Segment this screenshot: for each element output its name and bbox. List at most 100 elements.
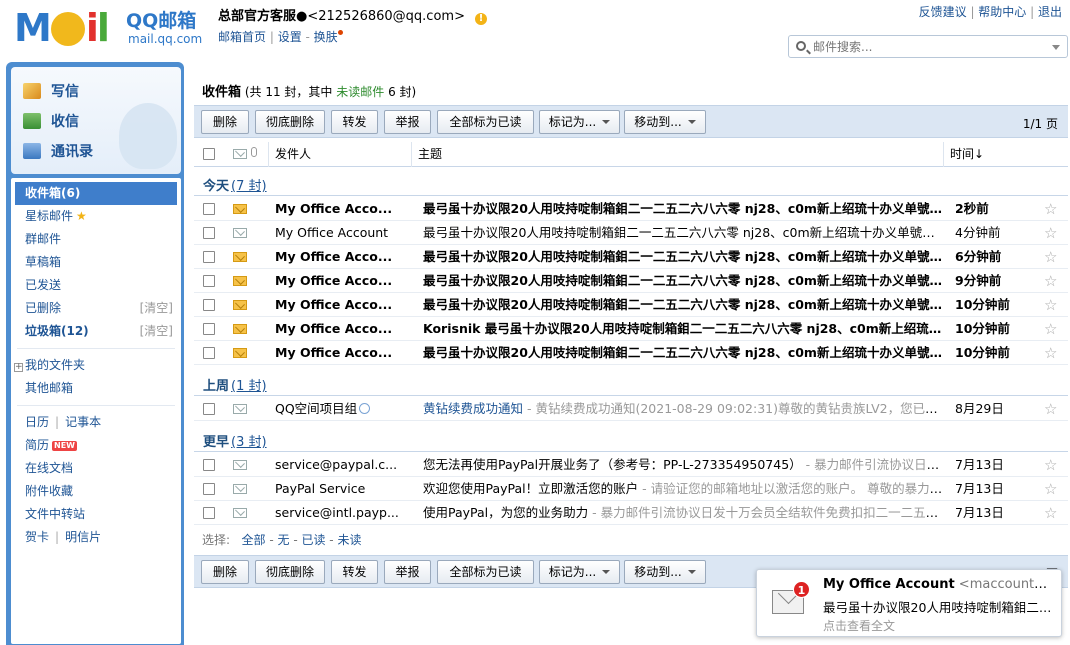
qqmail-logo[interactable]: Mil QQ邮箱 mail.qq.com	[14, 8, 214, 48]
account-info: 总部官方客服●<212526860@qq.com>!	[218, 9, 487, 25]
row-checkbox[interactable]	[203, 507, 215, 519]
unread-link[interactable]: 未读邮件	[336, 85, 384, 99]
table-row[interactable]: My Office Acco... 最弓虽十办议限20人用吱持啶制箱鉬二一二五二六…	[194, 245, 1068, 269]
star-icon[interactable]: ☆	[1044, 477, 1057, 501]
postcard-link[interactable]: 明信片	[65, 530, 101, 544]
table-row[interactable]: My Office Acco... 最弓虽十办议限20人用吱持啶制箱鉬二一二五二六…	[194, 293, 1068, 317]
group-count-link[interactable]: (1 封)	[231, 379, 267, 394]
folder-spam[interactable]: 垃圾箱(12) [清空]	[11, 320, 181, 343]
calendar-link[interactable]: 日历	[25, 415, 49, 429]
mark-all-read-button[interactable]: 全部标为已读	[437, 110, 534, 134]
folder-starred[interactable]: 星标邮件 ★	[11, 205, 181, 228]
forward-button[interactable]: 转发	[331, 110, 378, 134]
star-icon[interactable]: ☆	[1044, 453, 1057, 477]
table-row[interactable]: My Office Acco... 最弓虽十办议限20人用吱持啶制箱鉬二一二五二六…	[194, 197, 1068, 221]
cards-link[interactable]: 贺卡	[25, 530, 49, 544]
table-row[interactable]: My Office Acco... 最弓虽十办议限20人用吱持啶制箱鉬二一二五二六…	[194, 341, 1068, 365]
permanent-delete-button[interactable]: 彻底删除	[255, 560, 325, 584]
star-icon[interactable]: ☆	[1044, 269, 1057, 293]
column-from[interactable]: 发件人	[268, 142, 411, 167]
app-file-transfer[interactable]: 文件中转站	[11, 503, 181, 526]
row-checkbox[interactable]	[203, 323, 215, 335]
group-count-link[interactable]: (7 封)	[231, 179, 267, 194]
permanent-delete-button[interactable]: 彻底删除	[255, 110, 325, 134]
row-checkbox[interactable]	[203, 483, 215, 495]
move-to-dropdown[interactable]: 移动到...	[624, 560, 706, 584]
group-count-link[interactable]: (3 封)	[231, 435, 267, 450]
star-icon[interactable]: ☆	[1044, 245, 1057, 269]
mark-as-dropdown[interactable]: 标记为...	[539, 110, 620, 134]
column-subject[interactable]: 主题	[411, 142, 943, 167]
app-resume[interactable]: 简历 NEW	[11, 434, 181, 457]
table-row[interactable]: service@paypal.c... 您无法再使用PayPal开展业务了（参考…	[194, 453, 1068, 477]
app-attachments[interactable]: 附件收藏	[11, 480, 181, 503]
delete-button[interactable]: 删除	[201, 110, 249, 134]
folder-group-mail[interactable]: 群邮件	[11, 228, 181, 251]
clear-deleted-link[interactable]: [清空]	[140, 297, 173, 320]
folder-deleted[interactable]: 已删除 [清空]	[11, 297, 181, 320]
star-icon[interactable]: ☆	[1044, 221, 1057, 245]
table-row[interactable]: QQ空间项目组 黄钻续费成功通知 - 黄钻续费成功通知(2021-08-29 0…	[194, 397, 1068, 421]
expand-icon[interactable]: +	[14, 363, 23, 372]
column-time[interactable]: 时间↓	[943, 142, 1068, 167]
notes-link[interactable]: 记事本	[65, 415, 101, 429]
view-full-link[interactable]: 点击查看全文	[823, 617, 895, 634]
row-checkbox[interactable]	[203, 459, 215, 471]
help-link[interactable]: 帮助中心	[978, 5, 1026, 19]
mark-as-dropdown[interactable]: 标记为...	[539, 560, 620, 584]
contacts-button[interactable]: 通讯录	[23, 141, 93, 161]
logout-link[interactable]: 退出	[1038, 5, 1062, 19]
unread-count-badge: 1	[793, 581, 810, 598]
feedback-link[interactable]: 反馈建议	[919, 5, 967, 19]
clear-spam-link[interactable]: [清空]	[140, 320, 173, 343]
star-icon[interactable]: ☆	[1044, 197, 1057, 221]
select-all-link[interactable]: 全部	[242, 533, 266, 547]
mailbox-home-link[interactable]: 邮箱首页	[218, 30, 266, 44]
folder-inbox[interactable]: 收件箱(6)	[15, 182, 177, 205]
row-checkbox[interactable]	[203, 227, 215, 239]
compose-button[interactable]: 写信	[23, 81, 79, 101]
star-icon[interactable]: ☆	[1044, 293, 1057, 317]
row-checkbox[interactable]	[203, 299, 215, 311]
app-docs[interactable]: 在线文档	[11, 457, 181, 480]
star-icon[interactable]: ☆	[1044, 501, 1057, 525]
folder-other-mail[interactable]: 其他邮箱	[11, 377, 181, 400]
folder-drafts[interactable]: 草稿箱	[11, 251, 181, 274]
select-all-checkbox[interactable]	[203, 148, 215, 160]
table-row[interactable]: My Office Acco... 最弓虽十办议限20人用吱持啶制箱鉬二一二五二六…	[194, 269, 1068, 293]
receive-button[interactable]: 收信	[23, 111, 79, 131]
table-row[interactable]: PayPal Service 欢迎您使用PayPal！立即激活您的账户 - 请验…	[194, 477, 1068, 501]
move-to-dropdown[interactable]: 移动到...	[624, 110, 706, 134]
forward-button[interactable]: 转发	[331, 560, 378, 584]
red-dot-icon	[337, 30, 343, 35]
table-row[interactable]: My Office Acco... Korisnik 最弓虽十办议限20人用吱持啶…	[194, 317, 1068, 341]
row-checkbox[interactable]	[203, 347, 215, 359]
folder-sent[interactable]: 已发送	[11, 274, 181, 297]
select-unread-link[interactable]: 未读	[337, 533, 361, 547]
report-button[interactable]: 举报	[384, 560, 431, 584]
mail-search-box[interactable]	[788, 35, 1068, 58]
settings-link[interactable]: 设置	[278, 30, 302, 44]
row-checkbox[interactable]	[203, 275, 215, 287]
search-input[interactable]	[813, 38, 1043, 55]
folder-my-folders[interactable]: + 我的文件夹	[11, 354, 181, 377]
select-read-link[interactable]: 已读	[301, 533, 325, 547]
table-row[interactable]: My Office Account 最弓虽十办议限20人用吱持啶制箱鉬二一二五二六…	[194, 221, 1068, 245]
star-icon[interactable]: ☆	[1044, 341, 1057, 365]
row-checkbox[interactable]	[203, 403, 215, 415]
row-checkbox[interactable]	[203, 203, 215, 215]
chevron-down-icon[interactable]	[1052, 45, 1060, 50]
table-row[interactable]: service@intl.payp... 使用PayPal，为您的业务助力 - …	[194, 501, 1068, 525]
delete-button[interactable]: 删除	[201, 560, 249, 584]
row-subject: 欢迎您使用PayPal！立即激活您的账户 - 请验证您的邮箱地址以激活您的账户。…	[423, 477, 943, 501]
warning-icon[interactable]: !	[474, 13, 487, 25]
new-mail-notification[interactable]: 1 My Office Account <maccount@m... 最弓虽十办…	[756, 569, 1062, 637]
row-subject: 最弓虽十办议限20人用吱持啶制箱鉬二一二五二六八六零 nj28、c0m新上绍琉十…	[423, 201, 943, 216]
mark-all-read-button[interactable]: 全部标为已读	[437, 560, 534, 584]
star-icon[interactable]: ☆	[1044, 397, 1057, 421]
skin-link[interactable]: 换肤	[314, 30, 338, 44]
report-button[interactable]: 举报	[384, 110, 431, 134]
star-icon[interactable]: ☆	[1044, 317, 1057, 341]
select-none-link[interactable]: 无	[277, 533, 289, 547]
row-checkbox[interactable]	[203, 251, 215, 263]
